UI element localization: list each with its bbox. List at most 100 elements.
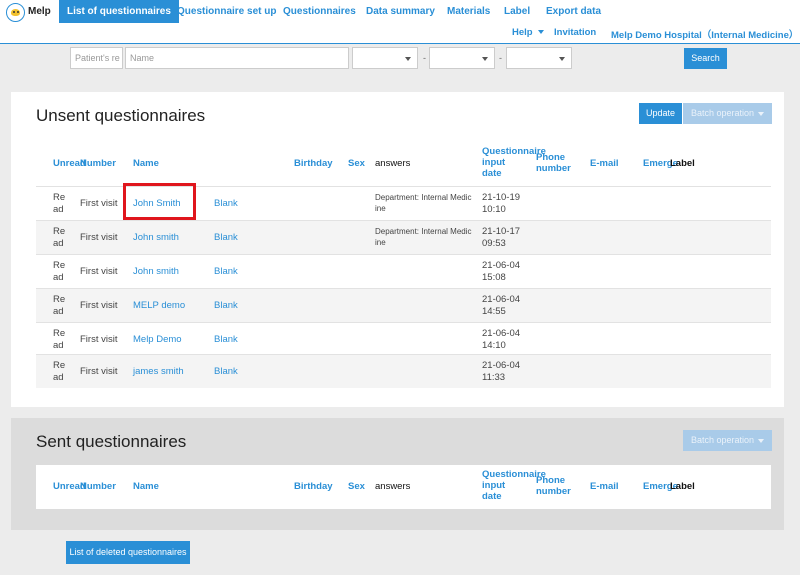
answer-status-link[interactable]: Blank [214, 300, 238, 312]
read-status-line1: Re [53, 360, 66, 371]
col-input-date-line2: input [482, 157, 506, 168]
input-date-time: 15:08 [482, 272, 506, 283]
table-row[interactable]: Re ad First visit John smith Blank 21-06-… [36, 254, 771, 288]
day-select[interactable] [506, 47, 572, 69]
read-status-line2: ad [53, 272, 64, 283]
date-separator: - [499, 53, 502, 63]
table-row[interactable]: Re ad First visit John smith Blank Depart… [36, 220, 771, 254]
input-date-time: 10:10 [482, 204, 506, 215]
unsent-title: Unsent questionnaires [36, 106, 206, 125]
answer-status-link[interactable]: Blank [214, 232, 238, 244]
table-row[interactable]: Re ad First visit MELP demo Blank 21-06-0… [36, 288, 771, 322]
nav-label[interactable]: Label [504, 0, 530, 23]
input-date-day: 21-10-19 [482, 192, 521, 203]
table-header: Unread Number Name Birthday Sex answers … [36, 465, 771, 509]
input-date-day: 21-06-04 [482, 294, 521, 305]
col-phone-line1: Phone [536, 475, 566, 486]
col-phone-number[interactable]: Phone number [536, 152, 571, 174]
search-bar: Patient's re Name - - Search [0, 45, 800, 73]
col-sex[interactable]: Sex [348, 158, 365, 169]
year-select[interactable] [352, 47, 418, 69]
batch-operation-button[interactable]: Batch operation [683, 430, 772, 451]
input-date: 21-06-04 15:08 [482, 260, 520, 284]
read-status: Re ad [53, 294, 65, 318]
help-label: Help [512, 27, 533, 38]
input-date-day: 21-06-04 [482, 260, 521, 271]
read-status: Re ad [53, 328, 65, 352]
read-status-line1: Re [53, 260, 66, 271]
batch-operation-button[interactable]: Batch operation [683, 103, 772, 124]
batch-operation-label: Batch operation [691, 435, 755, 445]
nav-export-data[interactable]: Export data [546, 0, 601, 23]
list-of-deleted-questionnaires-button[interactable]: List of deleted questionnaires [66, 541, 190, 564]
chevron-down-icon [758, 439, 764, 443]
department: Department: Internal Medic ine [375, 192, 472, 214]
search-button[interactable]: Search [684, 48, 727, 69]
patient-name-link[interactable]: John smith [133, 266, 179, 278]
read-status-line2: ad [53, 306, 64, 317]
update-button[interactable]: Update [639, 103, 682, 124]
col-number[interactable]: Number [80, 481, 116, 492]
patient-name-link[interactable]: MELP demo [133, 300, 185, 312]
nav-questionnaires[interactable]: Questionnaires [283, 0, 356, 23]
input-date-time: 09:53 [482, 238, 506, 249]
read-status: Re ad [53, 260, 65, 284]
col-birthday[interactable]: Birthday [294, 481, 333, 492]
col-phone-line1: Phone [536, 152, 566, 163]
patient-name-link[interactable]: John smith [133, 232, 179, 244]
col-name[interactable]: Name [133, 481, 159, 492]
read-status-line2: ad [53, 204, 64, 215]
answer-status-link[interactable]: Blank [214, 366, 238, 378]
col-name[interactable]: Name [133, 158, 159, 169]
table-row[interactable]: Re ad First visit james smith Blank 21-06… [36, 354, 771, 388]
answer-status-link[interactable]: Blank [214, 266, 238, 278]
unsent-questionnaires-panel: Unsent questionnaires Update Batch opera… [11, 92, 784, 407]
input-date: 21-06-04 11:33 [482, 360, 520, 384]
table-row[interactable]: Re ad First visit Melp Demo Blank 21-06-0… [36, 322, 771, 356]
col-sex[interactable]: Sex [348, 481, 365, 492]
read-status-line2: ad [53, 340, 64, 351]
patient-name-link[interactable]: james smith [133, 366, 184, 378]
visit-type: First visit [80, 334, 118, 345]
input-date: 21-10-19 10:10 [482, 192, 520, 216]
date-separator: - [423, 53, 426, 63]
input-date: 21-10-17 09:53 [482, 226, 520, 250]
sent-questionnaires-panel: Sent questionnaires Batch operation Unre… [11, 418, 784, 530]
col-label: Label [670, 481, 695, 492]
input-date-time: 11:33 [482, 372, 506, 383]
hospital-menu[interactable]: Melp Demo Hospital（Internal Medicine） [611, 27, 800, 41]
help-menu[interactable]: Help [512, 27, 544, 38]
read-status-line1: Re [53, 192, 66, 203]
col-phone-line2: number [536, 486, 571, 497]
nav-list-of-questionnaires[interactable]: List of questionnaires [59, 0, 179, 23]
input-date-time: 14:10 [482, 340, 506, 351]
patient-name-link[interactable]: Melp Demo [133, 334, 182, 346]
col-input-date-line2: input [482, 480, 506, 491]
department-line2: ine [375, 204, 386, 213]
patient-record-input[interactable]: Patient's re [70, 47, 123, 69]
col-number[interactable]: Number [80, 158, 116, 169]
department-line1: Department: Internal Medic [375, 227, 472, 236]
read-status-line1: Re [53, 226, 66, 237]
answer-status-link[interactable]: Blank [214, 198, 238, 210]
input-date: 21-06-04 14:55 [482, 294, 520, 318]
hospital-label: Melp Demo Hospital（Internal Medicine） [611, 30, 799, 41]
col-email[interactable]: E-mail [590, 158, 619, 169]
invitation-link[interactable]: Invitation [554, 27, 596, 38]
visit-type: First visit [80, 366, 118, 377]
brand-name: Melp [28, 6, 51, 17]
batch-operation-label: Batch operation [691, 108, 755, 118]
sent-title: Sent questionnaires [36, 432, 187, 451]
col-answers: answers [375, 481, 411, 492]
nav-materials[interactable]: Materials [447, 0, 490, 23]
answer-status-link[interactable]: Blank [214, 334, 238, 346]
col-birthday[interactable]: Birthday [294, 158, 333, 169]
input-date-time: 14:55 [482, 306, 506, 317]
nav-questionnaire-set-up[interactable]: Questionnaire set up [177, 0, 276, 23]
month-select[interactable] [429, 47, 495, 69]
col-phone-number[interactable]: Phone number [536, 475, 571, 497]
name-input[interactable]: Name [125, 47, 349, 69]
nav-data-summary[interactable]: Data summary [366, 0, 435, 23]
col-email[interactable]: E-mail [590, 481, 619, 492]
chevron-down-icon [758, 112, 764, 116]
